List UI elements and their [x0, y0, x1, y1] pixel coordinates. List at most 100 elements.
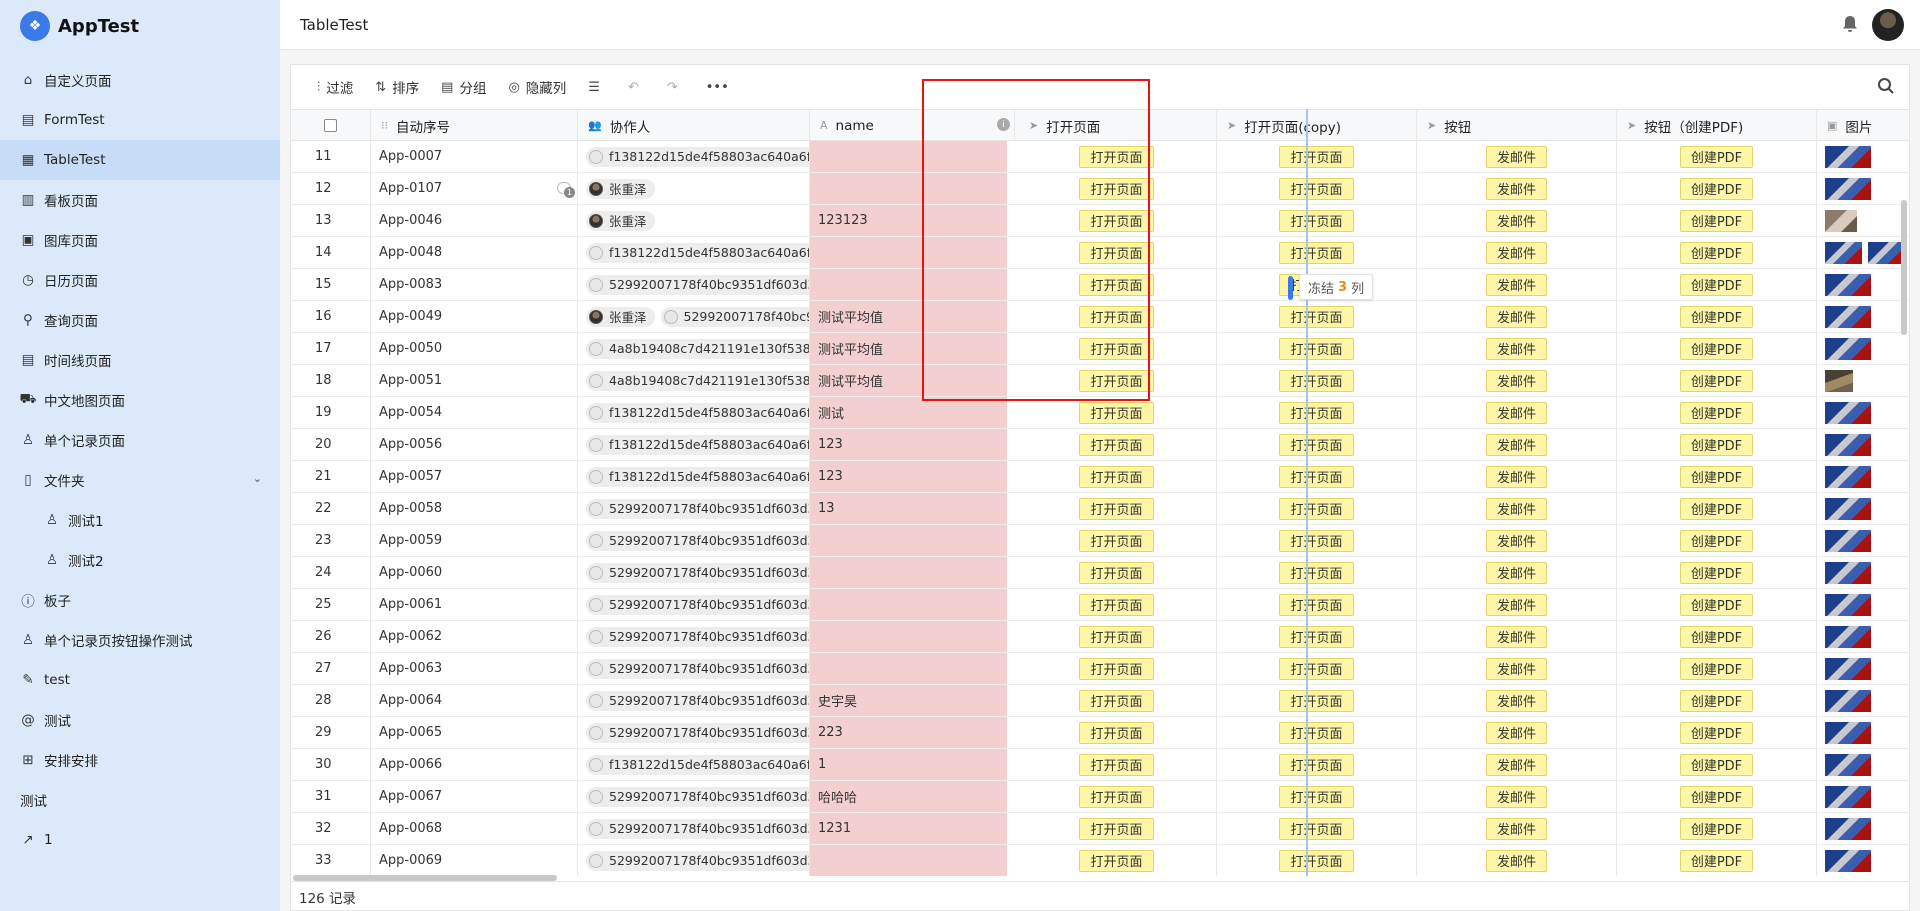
hide-columns-button[interactable]: ◎ 隐藏列 — [508, 77, 566, 98]
row-index-cell[interactable]: 15 — [291, 269, 371, 300]
send-mail-button[interactable]: 发邮件 — [1485, 177, 1547, 200]
collaborator-cell[interactable]: f138122d15de4f58803ac640a6f1a — [578, 141, 810, 172]
send-mail-button[interactable]: 发邮件 — [1485, 529, 1547, 552]
row-index-cell[interactable]: 16 — [291, 301, 371, 332]
sidebar-item-13[interactable]: ⓘ 板子 — [0, 580, 280, 620]
row-index-cell[interactable]: 30 — [291, 749, 371, 780]
open-page-copy-button[interactable]: 打开页面 — [1279, 625, 1354, 648]
sidebar-item-6[interactable]: ⚲ 查询页面 — [0, 300, 280, 340]
sidebar-item-5[interactable]: ◷ 日历页面 — [0, 260, 280, 300]
redo-button[interactable]: ↷ — [667, 80, 684, 95]
table-row[interactable]: 23 App-0059 52992007178f40bc9351df603d34 打开… — [291, 525, 1909, 557]
group-button[interactable]: ▤ 分组 — [441, 77, 486, 98]
create-pdf-button[interactable]: 创建PDF — [1679, 433, 1754, 456]
table-row[interactable]: 22 App-0058 52992007178f40bc9351df603d34 13… — [291, 493, 1909, 525]
image-thumbnail[interactable] — [1825, 561, 1871, 584]
create-pdf-button[interactable]: 创建PDF — [1679, 369, 1754, 392]
sidebar-item-1[interactable]: ▤ FormTest — [0, 100, 280, 140]
open-page-button[interactable]: 打开页面 — [1079, 721, 1154, 744]
image-thumbnail[interactable] — [1825, 817, 1871, 840]
sidebar-item-10[interactable]: ▯ 文件夹 ⌄ — [0, 460, 280, 500]
send-mail-button[interactable]: 发邮件 — [1485, 433, 1547, 456]
send-mail-button[interactable]: 发邮件 — [1485, 817, 1547, 840]
table-row[interactable]: 28 App-0064 52992007178f40bc9351df603d34 史宇… — [291, 685, 1909, 717]
image-cell[interactable] — [1817, 589, 1909, 620]
open-page-button[interactable]: 打开页面 — [1079, 593, 1154, 616]
collaborator-cell[interactable]: 52992007178f40bc9351df603d34 — [578, 589, 810, 620]
create-pdf-button[interactable]: 创建PDF — [1679, 401, 1754, 424]
image-cell[interactable] — [1817, 621, 1909, 652]
freeze-drag-handle[interactable] — [1288, 276, 1293, 300]
row-index-cell[interactable]: 31 — [291, 781, 371, 812]
send-mail-button[interactable]: 发邮件 — [1485, 721, 1547, 744]
collaborator-cell[interactable]: 张重泽 — [578, 173, 810, 204]
open-page-button[interactable]: 打开页面 — [1079, 433, 1154, 456]
row-index-cell[interactable]: 19 — [291, 397, 371, 428]
create-pdf-button[interactable]: 创建PDF — [1679, 753, 1754, 776]
table-row[interactable]: 26 App-0062 52992007178f40bc9351df603d34 打开… — [291, 621, 1909, 653]
column-header-open-page-copy[interactable]: ➤ 打开页面(copy) — [1217, 110, 1417, 141]
collaborator-cell[interactable]: f138122d15de4f58803ac640a6f1a — [578, 237, 810, 268]
image-thumbnail[interactable] — [1825, 529, 1871, 552]
open-page-button[interactable]: 打开页面 — [1079, 849, 1154, 872]
sidebar-item-2[interactable]: ▦ TableTest — [0, 140, 280, 180]
select-all-checkbox[interactable] — [324, 119, 337, 132]
name-cell[interactable] — [810, 589, 1007, 620]
user-avatar[interactable] — [1872, 9, 1904, 41]
image-cell[interactable] — [1817, 301, 1909, 332]
send-mail-button[interactable]: 发邮件 — [1485, 273, 1547, 296]
row-index-cell[interactable]: 17 — [291, 333, 371, 364]
freeze-divider[interactable] — [1306, 109, 1308, 876]
auto-no-cell[interactable]: App-0050 — [371, 333, 578, 364]
create-pdf-button[interactable]: 创建PDF — [1679, 241, 1754, 264]
auto-no-cell[interactable]: App-0059 — [371, 525, 578, 556]
sidebar-item-9[interactable]: ♙ 单个记录页面 — [0, 420, 280, 460]
vertical-scrollbar[interactable] — [1901, 200, 1907, 335]
open-page-copy-button[interactable]: 打开页面 — [1279, 561, 1354, 584]
auto-no-cell[interactable]: App-0048 — [371, 237, 578, 268]
send-mail-button[interactable]: 发邮件 — [1485, 337, 1547, 360]
name-cell[interactable]: 13 — [810, 493, 1007, 524]
row-index-cell[interactable]: 13 — [291, 205, 371, 236]
auto-no-cell[interactable]: App-0054 — [371, 397, 578, 428]
create-pdf-button[interactable]: 创建PDF — [1679, 529, 1754, 552]
row-index-cell[interactable]: 32 — [291, 813, 371, 844]
open-page-copy-button[interactable]: 打开页面 — [1279, 657, 1354, 680]
collaborator-cell[interactable]: 张重泽 52992007178f40bc9 — [578, 301, 810, 332]
name-cell[interactable]: 123 — [810, 461, 1007, 492]
auto-no-cell[interactable]: App-0107 1 — [371, 173, 578, 204]
auto-no-cell[interactable]: App-0069 — [371, 845, 578, 876]
collaborator-cell[interactable]: 4a8b19408c7d421191e130f53811 — [578, 365, 810, 396]
image-cell[interactable] — [1817, 333, 1909, 364]
sidebar-item-4[interactable]: ▣ 图库页面 — [0, 220, 280, 260]
table-row[interactable]: 19 App-0054 f138122d15de4f58803ac640a6f1a 测… — [291, 397, 1909, 429]
image-cell[interactable] — [1817, 685, 1909, 716]
name-cell[interactable]: 223 — [810, 717, 1007, 748]
send-mail-button[interactable]: 发邮件 — [1485, 753, 1547, 776]
send-mail-button[interactable]: 发邮件 — [1485, 369, 1547, 392]
image-thumbnail[interactable] — [1825, 209, 1857, 232]
undo-button[interactable]: ↶ — [628, 80, 645, 95]
collaborator-cell[interactable]: 4a8b19408c7d421191e130f53811 — [578, 333, 810, 364]
auto-no-cell[interactable]: App-0007 — [371, 141, 578, 172]
open-page-copy-button[interactable]: 打开页面 — [1279, 721, 1354, 744]
collaborator-cell[interactable]: 52992007178f40bc9351df603d34 — [578, 717, 810, 748]
auto-no-cell[interactable]: App-0068 — [371, 813, 578, 844]
sidebar-item-16[interactable]: @ 测试 — [0, 700, 280, 740]
auto-no-cell[interactable]: App-0061 — [371, 589, 578, 620]
auto-no-cell[interactable]: App-0046 — [371, 205, 578, 236]
open-page-copy-button[interactable]: 打开页面 — [1279, 465, 1354, 488]
row-index-cell[interactable]: 23 — [291, 525, 371, 556]
image-cell[interactable] — [1817, 141, 1909, 172]
create-pdf-button[interactable]: 创建PDF — [1679, 785, 1754, 808]
collaborator-cell[interactable]: 52992007178f40bc9351df603d34 — [578, 557, 810, 588]
send-mail-button[interactable]: 发邮件 — [1485, 785, 1547, 808]
column-header-auto-no[interactable]: ⁝⁝ 自动序号 — [371, 110, 578, 141]
image-thumbnail[interactable] — [1825, 785, 1871, 808]
send-mail-button[interactable]: 发邮件 — [1485, 497, 1547, 520]
open-page-copy-button[interactable]: 打开页面 — [1279, 177, 1354, 200]
create-pdf-button[interactable]: 创建PDF — [1679, 305, 1754, 328]
create-pdf-button[interactable]: 创建PDF — [1679, 497, 1754, 520]
auto-no-cell[interactable]: App-0056 — [371, 429, 578, 460]
collaborator-cell[interactable]: f138122d15de4f58803ac640a6f1a — [578, 461, 810, 492]
